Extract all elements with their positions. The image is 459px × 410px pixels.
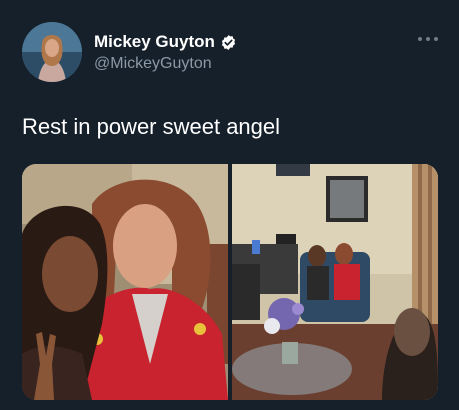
more-dot (418, 37, 422, 41)
photo-backstage-room (232, 164, 438, 400)
media-photo-2[interactable] (232, 164, 438, 400)
more-options-icon[interactable] (418, 34, 438, 44)
verified-badge-icon (221, 34, 236, 50)
media-grid (22, 164, 438, 400)
photo-two-women-posing (22, 164, 228, 400)
media-photo-1[interactable] (22, 164, 228, 400)
tweet-card: Mickey Guyton @MickeyGuyton Rest in powe… (0, 0, 459, 410)
author-avatar[interactable] (22, 22, 82, 82)
avatar-image (22, 22, 82, 82)
more-dot (434, 37, 438, 41)
tweet-text: Rest in power sweet angel (22, 114, 281, 139)
author-display-name[interactable]: Mickey Guyton (94, 32, 215, 52)
author-handle[interactable]: @MickeyGuyton (94, 55, 212, 73)
author-name-row[interactable]: Mickey Guyton (94, 31, 237, 53)
more-dot (426, 37, 430, 41)
